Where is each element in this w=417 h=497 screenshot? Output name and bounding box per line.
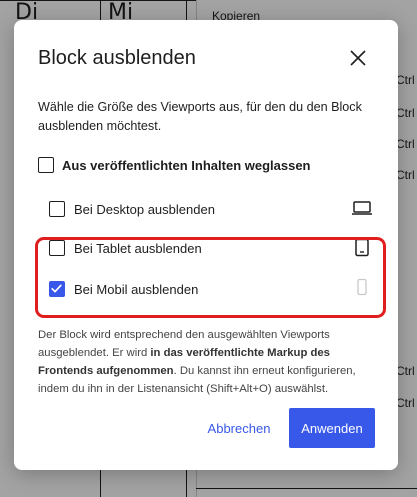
hide-block-modal: Block ausblenden Wähle die Größe des Vie… (14, 20, 398, 470)
close-button[interactable] (344, 44, 372, 72)
apply-button[interactable]: Anwenden (289, 408, 375, 448)
desktop-label[interactable]: Bei Desktop ausblenden (74, 202, 215, 217)
modal-title: Block ausblenden (38, 47, 196, 69)
desktop-checkbox[interactable] (49, 201, 65, 217)
close-icon (350, 50, 366, 66)
annotation-highlight (35, 237, 386, 318)
modal-description: Wähle die Größe des Viewports aus, für d… (38, 100, 362, 133)
modal-note: Der Block wird entsprechend den ausgewäh… (38, 329, 356, 395)
exclude-checkbox[interactable] (38, 157, 54, 173)
cancel-button[interactable]: Abbrechen (200, 408, 278, 448)
desktop-icon (352, 201, 372, 215)
exclude-label[interactable]: Aus veröffentlichten Inhalten weglassen (62, 158, 311, 173)
